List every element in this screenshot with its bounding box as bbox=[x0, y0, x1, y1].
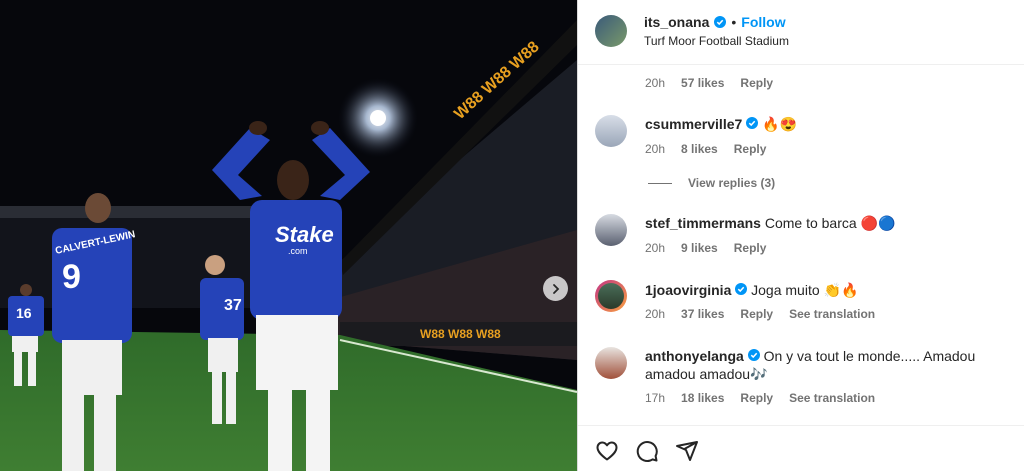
comment-text: Joga muito 👏🔥 bbox=[751, 282, 859, 298]
reply-button[interactable]: Reply bbox=[734, 241, 767, 255]
reply-button[interactable]: Reply bbox=[740, 391, 773, 405]
comments-panel: its_onana • Follow Turf Moor Football St… bbox=[578, 0, 1024, 471]
verified-badge-icon bbox=[714, 16, 727, 28]
comment-likes[interactable]: 8 likes bbox=[681, 142, 718, 156]
comment-time: 20h bbox=[645, 241, 666, 255]
comment-meta: 20h 8 likes Reply bbox=[645, 142, 766, 156]
commenter-username[interactable]: csummerville7 bbox=[645, 116, 742, 132]
comment-likes[interactable]: 37 likes bbox=[681, 307, 724, 321]
comment-likes[interactable]: 18 likes bbox=[681, 391, 724, 405]
verified-badge-icon bbox=[735, 283, 748, 295]
comment-meta: 20h 9 likes Reply bbox=[645, 241, 766, 255]
post-location[interactable]: Turf Moor Football Stadium bbox=[644, 34, 789, 48]
comment-meta: 17h 18 likes Reply See translation bbox=[645, 391, 875, 405]
commenter-avatar[interactable] bbox=[595, 280, 627, 312]
comment-meta: 20h 57 likes Reply bbox=[645, 76, 773, 90]
follow-button[interactable]: Follow bbox=[741, 14, 785, 30]
jersey-number: 16 bbox=[16, 305, 32, 321]
verified-badge-icon bbox=[746, 117, 759, 129]
reply-button[interactable]: Reply bbox=[740, 76, 773, 90]
commenter-username[interactable]: 1joaovirginia bbox=[645, 282, 731, 298]
commenter-avatar[interactable] bbox=[595, 115, 627, 147]
next-image-button[interactable] bbox=[543, 276, 568, 301]
comment-likes[interactable]: 9 likes bbox=[681, 241, 718, 255]
author-username[interactable]: its_onana bbox=[644, 14, 709, 30]
sponsor-text: Stake bbox=[275, 222, 334, 247]
comment-text-row: stef_timmermans Come to barca 🔴🔵 bbox=[645, 214, 1012, 232]
comment-likes[interactable]: 57 likes bbox=[681, 76, 724, 90]
post-actions-bar bbox=[578, 425, 1024, 472]
comment-time: 20h bbox=[645, 142, 666, 156]
jersey-number: 37 bbox=[224, 297, 242, 314]
stadium-scene: W88 W88 W88 W88 W88 W88 9 CALVERT-LEWIN bbox=[0, 0, 577, 471]
comment-meta: 20h 37 likes Reply See translation bbox=[645, 307, 875, 321]
author-avatar[interactable] bbox=[595, 15, 627, 47]
heart-icon[interactable] bbox=[595, 439, 619, 463]
comment-time: 17h bbox=[645, 391, 666, 405]
see-translation-button[interactable]: See translation bbox=[789, 391, 875, 405]
chevron-right-icon bbox=[552, 283, 559, 294]
share-icon[interactable] bbox=[675, 439, 699, 463]
view-replies-button[interactable]: View replies (3) bbox=[648, 176, 775, 190]
comment-time: 20h bbox=[645, 307, 666, 321]
commenter-avatar[interactable] bbox=[595, 347, 627, 379]
view-replies-label: View replies (3) bbox=[688, 176, 776, 190]
avatar-image bbox=[598, 283, 624, 309]
replies-line bbox=[648, 182, 672, 184]
commenter-username[interactable]: anthonyelanga bbox=[645, 348, 744, 364]
see-translation-button[interactable]: See translation bbox=[789, 307, 875, 321]
comment-text-row: csummerville7 🔥😍 bbox=[645, 115, 1012, 133]
comment-text: Come to barca 🔴🔵 bbox=[764, 215, 896, 231]
comment-text: 🔥😍 bbox=[762, 116, 797, 132]
comment-time: 20h bbox=[645, 76, 666, 90]
reply-button[interactable]: Reply bbox=[734, 142, 767, 156]
commenter-avatar[interactable] bbox=[595, 214, 627, 246]
separator-dot: • bbox=[731, 14, 737, 30]
comment-text-row: 1joaovirginia Joga muito 👏🔥 bbox=[645, 281, 1012, 299]
svg-text:W88 W88 W88: W88 W88 W88 bbox=[420, 327, 501, 341]
post-header: its_onana • Follow Turf Moor Football St… bbox=[578, 0, 1024, 65]
reply-button[interactable]: Reply bbox=[740, 307, 773, 321]
comment-text-row: anthonyelanga On y va tout le monde.....… bbox=[645, 347, 995, 383]
post-photo[interactable]: W88 W88 W88 W88 W88 W88 9 CALVERT-LEWIN bbox=[0, 0, 577, 471]
jersey-number: 9 bbox=[62, 258, 81, 296]
verified-badge-icon bbox=[747, 349, 760, 361]
commenter-username[interactable]: stef_timmermans bbox=[645, 215, 761, 231]
sponsor-sub: .com bbox=[288, 246, 308, 256]
comment-icon[interactable] bbox=[635, 439, 659, 463]
